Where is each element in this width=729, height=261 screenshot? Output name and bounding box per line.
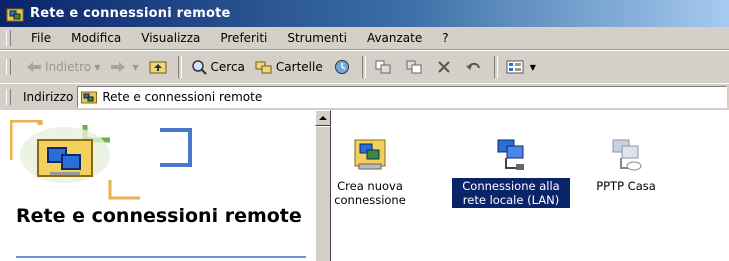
address-grip <box>6 89 11 105</box>
chevron-up-icon <box>319 116 327 120</box>
item-label: Crea nuova connessione <box>334 179 406 207</box>
address-value: Rete e connessioni remote <box>102 90 263 104</box>
toolbar: Indietro ▼ ▼ Cerca Cartelle ▼ <box>0 50 729 84</box>
new-connection-icon <box>354 139 386 170</box>
back-label: Indietro <box>45 60 92 74</box>
folders-label: Cartelle <box>275 60 323 74</box>
address-field[interactable]: Rete e connessioni remote <box>77 86 727 108</box>
undo-icon <box>465 62 480 70</box>
list-item-pptp-casa[interactable]: PPTP Casa <box>586 138 666 194</box>
address-label: Indirizzo <box>23 90 74 104</box>
connections-list: Crea nuova connessione Connessione alla … <box>331 110 729 261</box>
scroll-up-button[interactable] <box>315 110 331 126</box>
menu-modifica[interactable]: Modifica <box>61 31 131 45</box>
menu-strumenti[interactable]: Strumenti <box>277 31 357 45</box>
back-button[interactable]: Indietro ▼ <box>21 54 105 80</box>
forward-arrow-icon <box>111 62 126 72</box>
search-icon <box>191 60 207 75</box>
left-pane-title: Rete e connessioni remote <box>16 205 302 227</box>
list-item-new-connection[interactable]: Crea nuova connessione <box>331 138 409 208</box>
item-label: PPTP Casa <box>596 179 656 193</box>
toolbar-separator <box>361 56 366 78</box>
menu-preferiti[interactable]: Preferiti <box>210 31 277 45</box>
search-label: Cerca <box>210 60 245 74</box>
network-connections-banner-icon <box>10 120 210 200</box>
menu-grip <box>6 30 11 46</box>
back-dropdown-icon[interactable]: ▼ <box>94 63 100 72</box>
folders-button[interactable]: Cartelle <box>250 54 328 80</box>
lan-connection-icon <box>497 139 524 170</box>
move-to-icon <box>375 60 391 74</box>
up-folder-icon <box>149 61 167 74</box>
views-icon <box>506 60 524 74</box>
vpn-connection-icon <box>612 139 642 171</box>
list-item-lan-connection[interactable]: Connessione alla rete locale (LAN) <box>452 138 570 208</box>
menu-help[interactable]: ? <box>432 31 458 45</box>
toolbar-separator <box>177 56 182 78</box>
search-button[interactable]: Cerca <box>185 54 250 80</box>
menu-bar: File Modifica Visualizza Preferiti Strum… <box>0 27 729 50</box>
address-bar: Indirizzo Rete e connessioni remote <box>0 83 729 111</box>
history-icon <box>334 60 349 74</box>
delete-icon <box>438 61 450 73</box>
copy-to-button[interactable] <box>400 54 431 80</box>
left-pane-scrollbar[interactable] <box>315 110 331 261</box>
forward-button[interactable]: ▼ <box>105 54 143 80</box>
scroll-thumb[interactable] <box>315 126 331 261</box>
delete-button[interactable] <box>431 54 460 80</box>
network-folder-icon <box>6 8 24 21</box>
menu-visualizza[interactable]: Visualizza <box>131 31 210 45</box>
copy-to-icon <box>406 60 422 74</box>
title-bar: Rete e connessioni remote <box>0 0 729 27</box>
left-pane-divider <box>16 256 306 258</box>
menu-file[interactable]: File <box>21 31 61 45</box>
undo-button[interactable] <box>460 54 491 80</box>
history-button[interactable] <box>328 54 359 80</box>
views-dropdown-icon[interactable]: ▼ <box>530 63 536 72</box>
item-label: Connessione alla rete locale (LAN) <box>452 178 570 208</box>
menu-avanzate[interactable]: Avanzate <box>357 31 432 45</box>
left-info-pane: Rete e connessioni remote <box>0 110 316 261</box>
toolbar-separator <box>493 56 498 78</box>
forward-dropdown-icon[interactable]: ▼ <box>132 63 138 72</box>
network-folder-icon <box>81 91 98 104</box>
move-to-button[interactable] <box>369 54 400 80</box>
window-title: Rete e connessioni remote <box>30 6 231 21</box>
up-folder-button[interactable] <box>144 54 175 80</box>
back-arrow-icon <box>27 62 41 72</box>
folders-icon <box>255 61 272 74</box>
toolbar-grip <box>6 59 11 75</box>
views-button[interactable]: ▼ <box>501 54 541 80</box>
